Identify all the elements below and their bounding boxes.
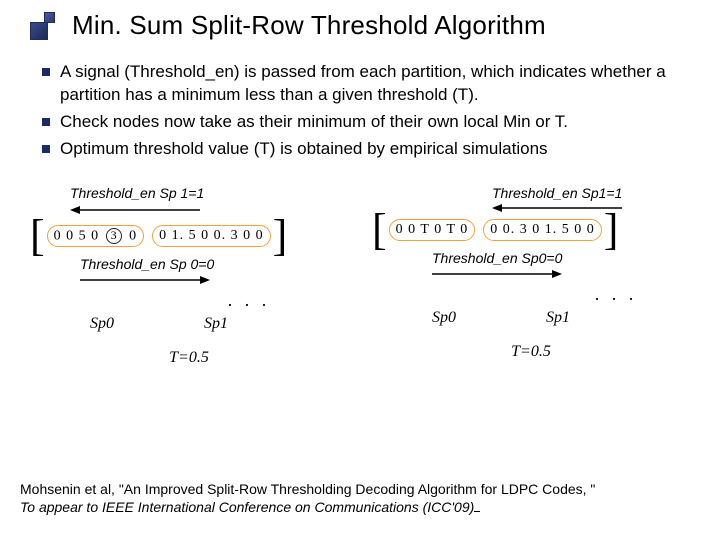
diagram-row: Threshold_en Sp 1=1 [ 0 0 5 0 30 0 1. 5 0… [30, 185, 690, 367]
title-decor-squares [30, 12, 58, 40]
bullet-text: A signal (Threshold_en) is passed from e… [60, 61, 690, 107]
left-bracket: [ [30, 221, 45, 252]
threshold-label-bottom: Threshold_en Sp0=0 [432, 250, 690, 266]
arrow-left-icon [70, 203, 200, 217]
arrow-right-icon [432, 266, 562, 282]
vector-row: [ 0 0 T 0 T 0 0 0. 3 0 1. 5 0 0 ] [372, 215, 690, 246]
circled-value: 3 [106, 228, 122, 244]
citation-line-2: To appear to IEEE International Conferen… [20, 499, 474, 515]
pill-text: 0 0 5 0 [54, 228, 100, 243]
arrow-left-icon [492, 201, 622, 215]
threshold-value: T=0.5 [30, 349, 348, 367]
slide-title: Min. Sum Split-Row Threshold Algorithm [72, 10, 546, 41]
pill-right: 0 0. 3 0 1. 5 0 0 [483, 219, 602, 241]
citation: Mohsenin et al, "An Improved Split-Row T… [20, 480, 690, 516]
square-bullet-icon [42, 145, 50, 153]
diagram-right: Threshold_en Sp1=1 [ 0 0 T 0 T 0 0 0. 3 … [372, 185, 690, 367]
threshold-label-top: Threshold_en Sp 1=1 [70, 185, 348, 201]
left-bracket: [ [372, 215, 387, 246]
bullet-item: Optimum threshold value (T) is obtained … [42, 138, 690, 161]
partition-labels: Sp0 Sp1 [432, 309, 690, 327]
sp1-label: Sp1 [204, 315, 228, 333]
pill-left: 0 0 5 0 30 [47, 225, 145, 248]
ellipsis: . . . [542, 284, 690, 305]
pill-text: 0 [129, 228, 137, 243]
citation-line-1: Mohsenin et al, "An Improved Split-Row T… [20, 481, 595, 497]
pill-right: 0 1. 5 0 0. 3 0 0 [152, 225, 271, 247]
right-bracket: ] [273, 221, 288, 252]
pill-left: 0 0 T 0 T 0 [389, 219, 476, 241]
bullet-item: Check nodes now take as their minimum of… [42, 111, 690, 134]
square-bullet-icon [42, 118, 50, 126]
sp0-label: Sp0 [90, 315, 114, 333]
threshold-label-bottom: Threshold_en Sp 0=0 [80, 256, 348, 272]
threshold-value: T=0.5 [372, 343, 690, 361]
underline-dot [474, 511, 480, 512]
bullet-text: Optimum threshold value (T) is obtained … [60, 138, 548, 161]
partition-labels: Sp0 Sp1 [90, 315, 348, 333]
bullet-item: A signal (Threshold_en) is passed from e… [42, 61, 690, 107]
vector-row: [ 0 0 5 0 30 0 1. 5 0 0. 3 0 0 ] [30, 221, 348, 252]
ellipsis: . . . [150, 290, 348, 311]
right-bracket: ] [604, 215, 619, 246]
sp1-label: Sp1 [546, 309, 570, 327]
sp0-label: Sp0 [432, 309, 456, 327]
square-bullet-icon [42, 68, 50, 76]
arrow-right-icon [80, 272, 210, 288]
threshold-label-top: Threshold_en Sp1=1 [492, 185, 690, 201]
diagram-left: Threshold_en Sp 1=1 [ 0 0 5 0 30 0 1. 5 0… [30, 185, 348, 367]
bullet-list: A signal (Threshold_en) is passed from e… [42, 61, 690, 161]
bullet-text: Check nodes now take as their minimum of… [60, 111, 568, 134]
title-row: Min. Sum Split-Row Threshold Algorithm [30, 10, 690, 41]
